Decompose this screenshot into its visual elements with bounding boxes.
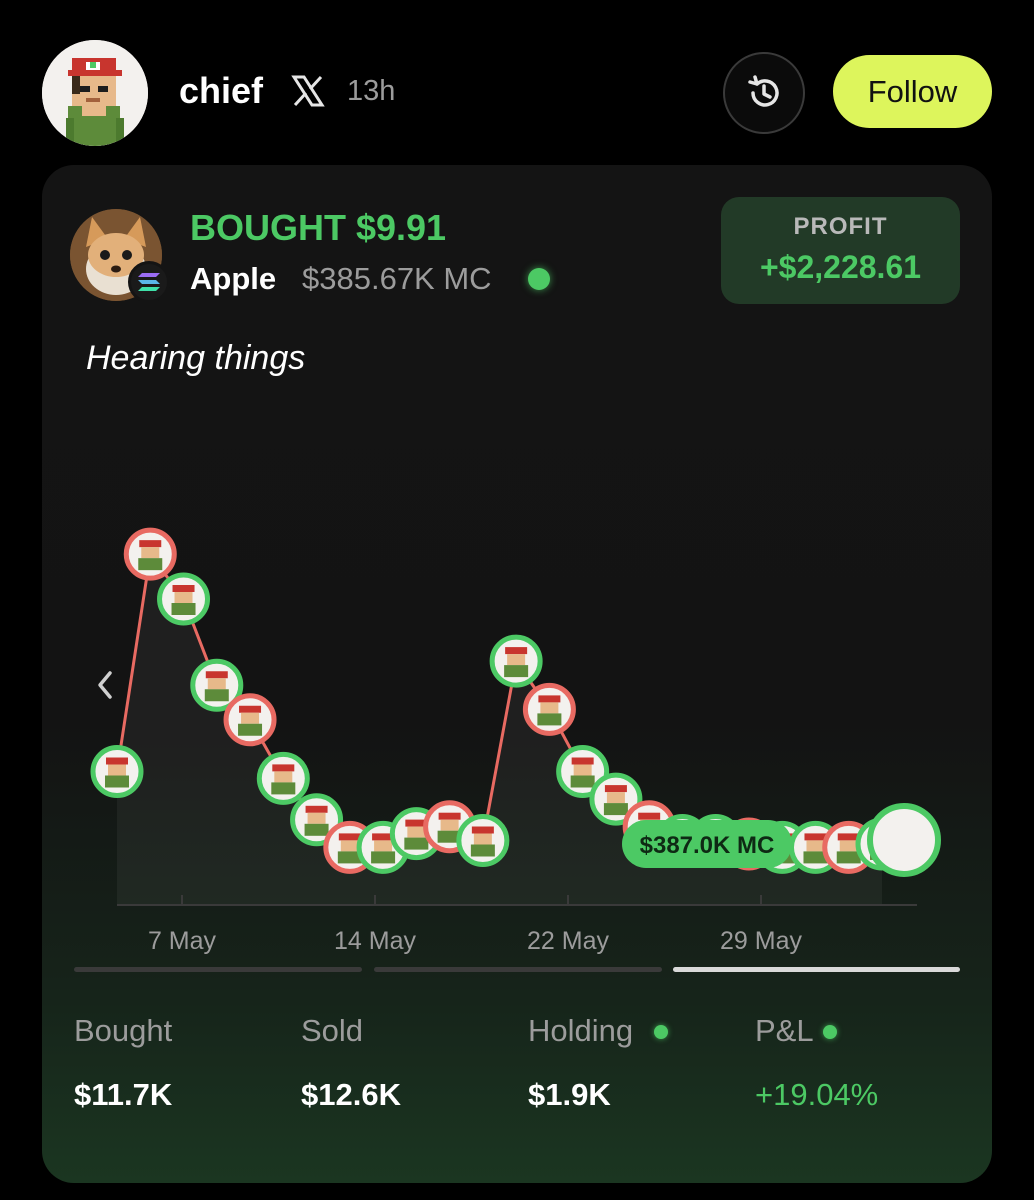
profit-badge: PROFIT +$2,228.61 (721, 197, 960, 304)
pager-bar-2[interactable] (374, 967, 662, 972)
x-logo-icon (291, 74, 325, 108)
history-button[interactable] (723, 52, 805, 134)
current-mc-label: $387.0K MC (640, 832, 775, 859)
holding-status-dot (654, 1025, 668, 1039)
x-tick-label: 7 May (148, 927, 217, 955)
current-position-marker[interactable] (867, 802, 941, 877)
trade-marker[interactable] (123, 527, 177, 581)
trade-marker[interactable] (489, 634, 543, 688)
trade-marker[interactable] (223, 693, 277, 747)
stat-bought-label: Bought (74, 1013, 173, 1048)
token-name[interactable]: Apple (190, 261, 276, 297)
price-chart[interactable]: $387.0K MC 7 May 14 May 22 May 29 May (42, 505, 992, 965)
trade-card[interactable]: BOUGHT $9.91 Apple $385.67K MC PROFIT +$… (42, 165, 992, 1183)
pager-bar-3[interactable] (673, 967, 960, 972)
token-market-cap: $385.67K MC (302, 261, 492, 296)
x-tick-label: 14 May (334, 927, 416, 955)
live-status-dot (528, 268, 550, 290)
trade-marker[interactable] (456, 814, 510, 867)
trade-post: chief 13h Follow BOUGHT $9.91 Apple $385… (0, 0, 1034, 1200)
user-avatar[interactable] (42, 40, 148, 146)
trade-marker[interactable] (522, 682, 576, 736)
solana-icon (128, 261, 170, 303)
username[interactable]: chief (179, 70, 263, 112)
stat-pnl-label: P&L (755, 1013, 814, 1048)
post-time: 13h (347, 75, 396, 107)
trade-title: BOUGHT $9.91 (190, 207, 447, 248)
follow-button[interactable]: Follow (833, 55, 992, 128)
pnl-status-dot (823, 1025, 837, 1039)
post-caption: Hearing things (86, 339, 306, 377)
profit-value: +$2,228.61 (759, 249, 922, 285)
history-icon (748, 75, 779, 107)
profit-label: PROFIT (793, 213, 888, 240)
x-tick-label: 29 May (720, 927, 802, 955)
stat-holding-value: $1.9K (528, 1077, 611, 1112)
stat-bought-value: $11.7K (74, 1077, 173, 1112)
x-tick-label: 22 May (527, 927, 609, 955)
stat-sold-value: $12.6K (301, 1077, 401, 1112)
trade-marker[interactable] (157, 572, 211, 626)
trade-marker[interactable] (90, 745, 144, 798)
stat-holding-label: Holding (528, 1013, 634, 1048)
stat-sold-label: Sold (301, 1013, 364, 1048)
stat-pnl-value: +19.04% (755, 1077, 879, 1112)
trade-marker[interactable] (256, 751, 310, 805)
pager-bar-1[interactable] (74, 967, 362, 972)
